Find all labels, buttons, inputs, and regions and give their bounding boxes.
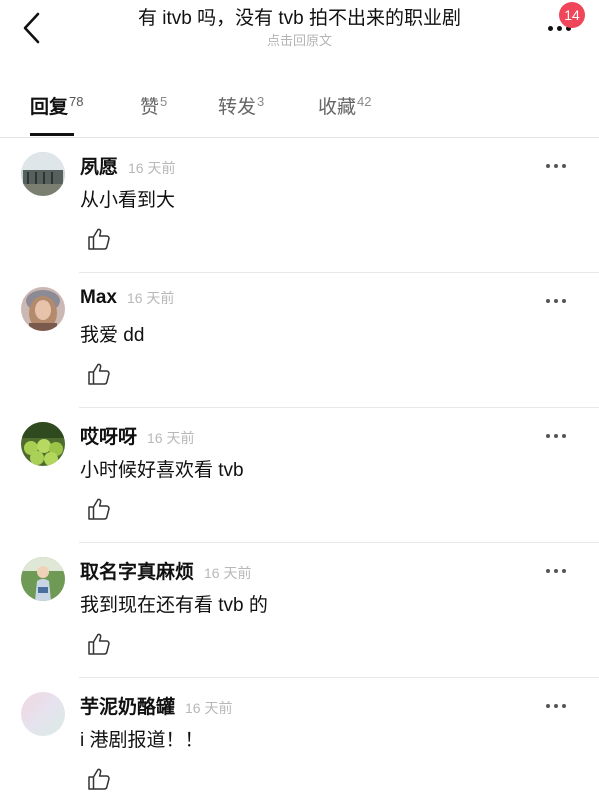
username[interactable]: 夙愿 [80,152,118,179]
username[interactable]: 哎呀呀 [80,422,137,449]
pastel-avatar [21,692,65,736]
tab-favorites[interactable]: 收藏42 [318,92,371,136]
comment-list: 夙愿 16 天前 从小看到大 Max 16 天前 我爱 dd 哎呀呀 16 天前… [0,138,599,800]
avatar[interactable] [21,422,65,466]
comment-header: 取名字真麻烦 16 天前 [80,557,251,585]
like-button[interactable] [86,226,112,252]
avatar[interactable] [21,692,65,736]
chevron-left-icon [23,12,40,44]
more-horizontal-icon [546,434,566,438]
tab-label: 赞 [140,97,160,118]
comment-header: 夙愿 16 天前 [80,152,175,180]
comment-header: 哎呀呀 16 天前 [80,422,194,450]
tab-count: 5 [160,94,168,109]
tab-label: 回复 [30,97,69,118]
tab-label: 转发 [218,97,257,118]
notification-badge: 14 [559,2,585,28]
username[interactable]: Max [80,287,117,309]
comment-more-button[interactable] [541,428,571,444]
comment-item: 夙愿 16 天前 从小看到大 [0,138,599,273]
tab-likes[interactable]: 赞5 [140,92,167,136]
like-button[interactable] [86,766,112,792]
thumbs-up-icon [88,768,110,790]
comment-more-button[interactable] [541,698,571,714]
avatar[interactable] [21,152,65,196]
back-to-original-link[interactable]: 点击回原文 [70,33,529,49]
tab-reposts[interactable]: 转发3 [218,92,264,136]
comment-time: 16 天前 [128,160,176,176]
comment-item: Max 16 天前 我爱 dd [0,273,599,408]
more-horizontal-icon [546,569,566,573]
comment-time: 16 天前 [126,290,175,306]
avatar[interactable] [21,557,65,601]
active-tab-indicator [30,133,74,136]
comment-time: 16 天前 [147,430,195,446]
comment-header: 芋泥奶酪罐 16 天前 [80,692,232,720]
username[interactable]: 芋泥奶酪罐 [80,692,175,719]
tab-count: 3 [257,94,265,109]
comment-item: 哎呀呀 16 天前 小时候好喜欢看 tvb [0,408,599,543]
more-horizontal-icon [546,164,566,168]
comment-time: 16 天前 [204,565,252,581]
child-avatar [21,557,65,601]
woman-avatar [21,287,65,331]
comment-more-button[interactable] [541,563,571,579]
comments-screen: 有 itvb 吗，没有 tvb 拍不出来的职业剧 点击回原文 14 回复78 赞… [0,0,599,800]
comment-header: Max 16 天前 [80,287,174,315]
page-title: 有 itvb 吗，没有 tvb 拍不出来的职业剧 [137,8,462,29]
comment-text: 从小看到大 [80,190,176,211]
more-horizontal-icon [546,704,566,708]
like-button[interactable] [86,631,112,657]
tab-replies[interactable]: 回复78 [30,92,83,136]
username[interactable]: 取名字真麻烦 [80,557,194,584]
comment-more-button[interactable] [541,158,571,174]
tab-bar: 回复78 赞5 转发3 收藏42 [0,84,599,138]
thumbs-up-icon [88,228,110,250]
thumbs-up-icon [88,633,110,655]
back-button[interactable] [14,8,50,48]
more-horizontal-icon [546,299,566,303]
comment-text: 我到现在还有看 tvb 的 [80,595,268,616]
thumbs-up-icon [88,363,110,385]
like-button[interactable] [86,496,112,522]
landscape-avatar [21,152,65,196]
title-block[interactable]: 有 itvb 吗，没有 tvb 拍不出来的职业剧 点击回原文 [70,6,529,49]
thumbs-up-icon [88,498,110,520]
tab-label: 收藏 [318,97,357,118]
tab-count: 78 [69,94,84,109]
comment-text: 小时候好喜欢看 tvb [80,460,244,481]
top-bar: 有 itvb 吗，没有 tvb 拍不出来的职业剧 点击回原文 14 [0,0,599,60]
tab-count: 42 [357,94,372,109]
comment-text: i 港剧报道！！ [80,730,204,751]
comment-text: 我爱 dd [80,325,145,346]
comment-time: 16 天前 [185,700,233,716]
fruit-avatar [21,422,65,466]
avatar[interactable] [21,287,65,331]
comment-more-button[interactable] [541,293,571,309]
comment-item: 芋泥奶酪罐 16 天前 i 港剧报道！！ [0,678,599,800]
like-button[interactable] [86,361,112,387]
comment-item: 取名字真麻烦 16 天前 我到现在还有看 tvb 的 [0,543,599,678]
